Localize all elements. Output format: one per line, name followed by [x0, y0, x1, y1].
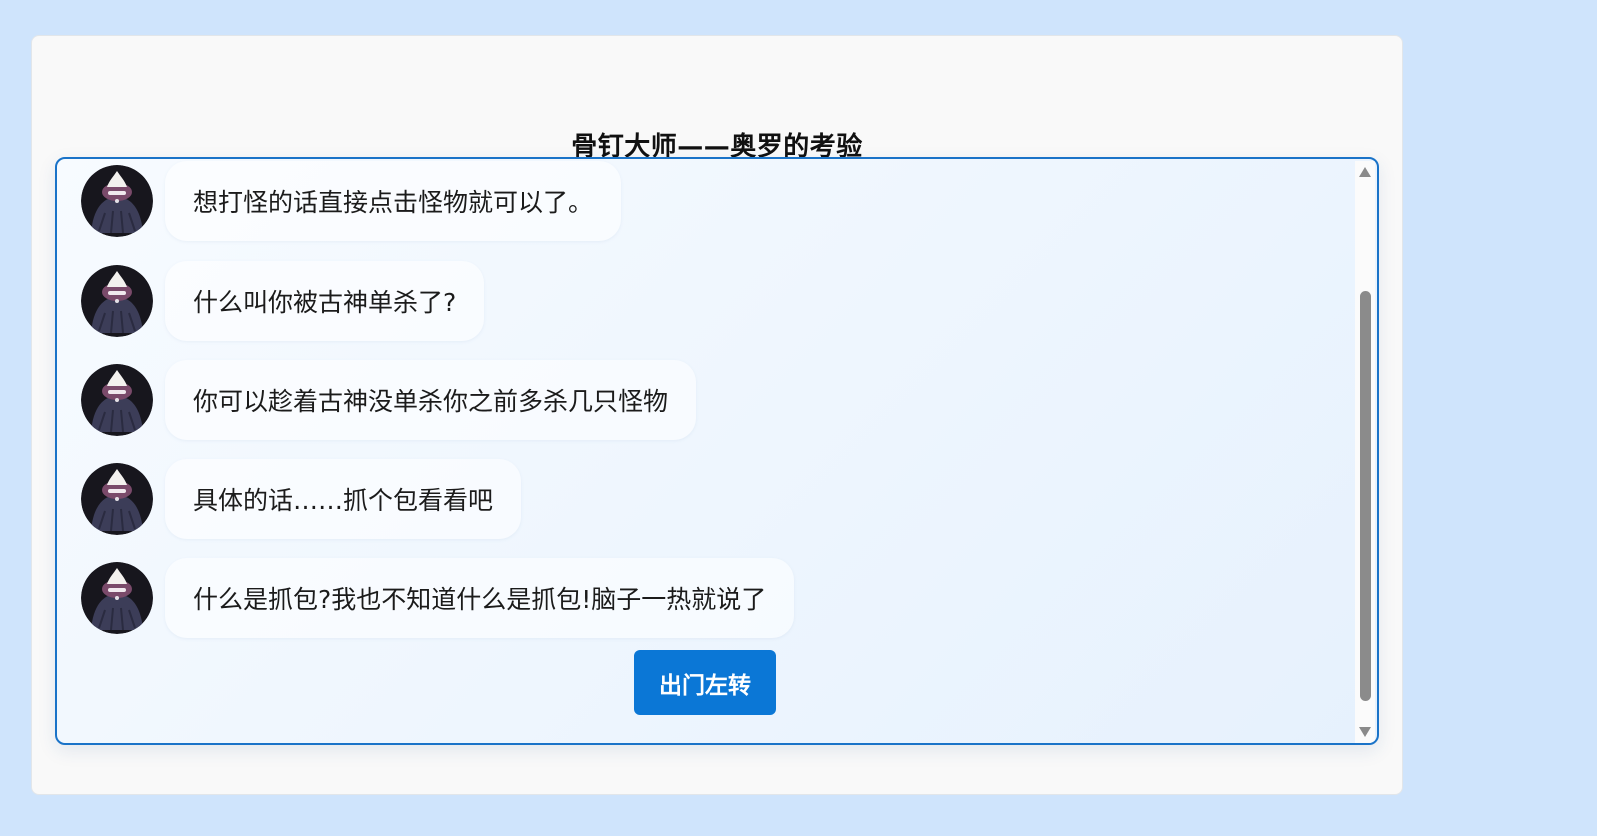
- vertical-scrollbar[interactable]: [1355, 161, 1375, 743]
- npc-portrait-icon: [81, 165, 153, 237]
- npc-portrait-icon: [81, 463, 153, 535]
- scroll-up-arrow-icon[interactable]: [1359, 167, 1371, 177]
- scroll-down-arrow-icon[interactable]: [1359, 727, 1371, 737]
- message-bubble: 什么是抓包?我也不知道什么是抓包!脑子一热就说了: [165, 558, 795, 638]
- npc-portrait-icon: [81, 364, 153, 436]
- message-bubble: 具体的话……抓个包看看吧: [165, 459, 522, 539]
- npc-portrait-icon: [81, 562, 153, 634]
- npc-portrait-icon: [81, 265, 153, 337]
- chat-message: 具体的话……抓个包看看吧: [81, 459, 522, 539]
- message-bubble: 你可以趁着古神没单杀你之前多杀几只怪物: [165, 360, 697, 440]
- chat-message: 你可以趁着古神没单杀你之前多杀几只怪物: [81, 360, 697, 440]
- message-bubble: 什么叫你被古神单杀了?: [165, 261, 485, 341]
- leave-button[interactable]: 出门左转: [634, 650, 776, 715]
- chat-message: 什么是抓包?我也不知道什么是抓包!脑子一热就说了: [81, 558, 795, 638]
- chat-message: 想打怪的话直接点击怪物就可以了。: [81, 161, 622, 241]
- chat-message: 什么叫你被古神单杀了?: [81, 261, 485, 341]
- message-bubble: 想打怪的话直接点击怪物就可以了。: [165, 161, 622, 241]
- scrollbar-thumb[interactable]: [1360, 291, 1371, 701]
- chat-log[interactable]: 想打怪的话直接点击怪物就可以了。 什么叫你被古神单杀了? 你可以趁着古神没单杀你…: [55, 157, 1379, 745]
